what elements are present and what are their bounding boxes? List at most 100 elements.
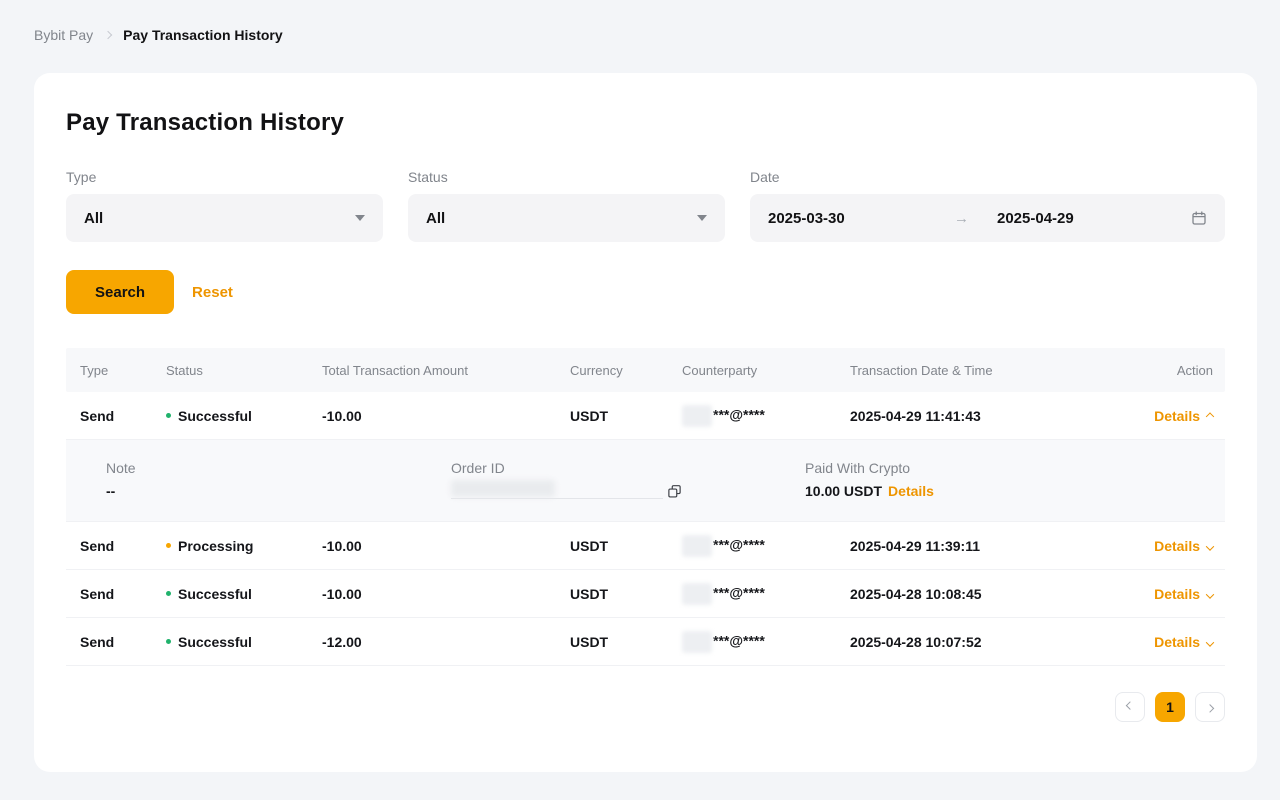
chevron-down-icon	[1206, 542, 1214, 550]
copy-icon[interactable]	[667, 484, 682, 499]
redacted-counterparty	[682, 405, 712, 427]
order-id-section: Order ID	[451, 460, 805, 499]
details-toggle[interactable]: Details	[1154, 408, 1213, 424]
pay-transaction-history-card: Pay Transaction History Type All Status …	[34, 73, 1257, 772]
status-select[interactable]: All	[408, 194, 725, 242]
table-row: Send Processing -10.00 USDT ***@**** 202…	[66, 522, 1225, 570]
table-header-row: Type Status Total Transaction Amount Cur…	[66, 348, 1225, 392]
status-filter: Status All	[408, 169, 725, 242]
paid-with-crypto-value: 10.00 USDT	[805, 483, 882, 499]
date-filter: Date 2025-03-30 → 2025-04-29	[750, 169, 1225, 242]
transactions-table: Type Status Total Transaction Amount Cur…	[66, 348, 1225, 666]
cell-amount: -10.00	[322, 586, 570, 602]
chevron-right-icon	[104, 31, 112, 39]
pagination: 1	[66, 692, 1225, 722]
date-filter-label: Date	[750, 169, 1225, 185]
date-range-input[interactable]: 2025-03-30 → 2025-04-29	[750, 194, 1225, 242]
status-filter-label: Status	[408, 169, 725, 185]
paid-details-link[interactable]: Details	[888, 483, 934, 499]
cell-counterparty: ***@****	[682, 535, 850, 557]
type-filter: Type All	[66, 169, 383, 242]
status-text: Successful	[178, 634, 252, 650]
cell-counterparty: ***@****	[682, 583, 850, 605]
cell-action: Details	[1121, 538, 1213, 554]
cell-status: Successful	[166, 408, 322, 424]
cell-amount: -10.00	[322, 538, 570, 554]
cell-currency: USDT	[570, 408, 682, 424]
order-id-label: Order ID	[451, 460, 805, 476]
cell-counterparty: ***@****	[682, 631, 850, 653]
calendar-icon[interactable]	[1191, 210, 1207, 226]
note-value: --	[106, 483, 451, 499]
note-section: Note --	[106, 460, 451, 499]
header-currency: Currency	[570, 363, 682, 378]
table-row: Send Successful -10.00 USDT ***@**** 202…	[66, 392, 1225, 440]
cell-type: Send	[80, 634, 166, 650]
status-text: Processing	[178, 538, 253, 554]
status-dot-icon	[166, 543, 171, 548]
breadcrumb-current-page: Pay Transaction History	[123, 27, 283, 43]
details-toggle[interactable]: Details	[1154, 586, 1213, 602]
reset-button[interactable]: Reset	[192, 284, 233, 301]
cell-currency: USDT	[570, 586, 682, 602]
header-counterparty: Counterparty	[682, 363, 850, 378]
type-filter-label: Type	[66, 169, 383, 185]
chevron-down-icon	[697, 215, 707, 221]
cell-action: Details	[1121, 586, 1213, 602]
order-id-value	[451, 480, 663, 499]
status-dot-icon	[166, 591, 171, 596]
cell-datetime: 2025-04-28 10:07:52	[850, 634, 1121, 650]
paid-with-crypto-label: Paid With Crypto	[805, 460, 1213, 476]
cell-datetime: 2025-04-29 11:39:11	[850, 538, 1121, 554]
redacted-order-id	[451, 480, 555, 497]
date-start-value: 2025-03-30	[768, 210, 954, 227]
cell-currency: USDT	[570, 538, 682, 554]
date-end-value: 2025-04-29	[997, 210, 1074, 227]
search-button[interactable]: Search	[66, 270, 174, 314]
cell-action: Details	[1121, 408, 1213, 424]
cell-datetime: 2025-04-28 10:08:45	[850, 586, 1121, 602]
cell-type: Send	[80, 586, 166, 602]
status-dot-icon	[166, 413, 171, 418]
type-select[interactable]: All	[66, 194, 383, 242]
redacted-counterparty	[682, 583, 712, 605]
breadcrumb: Bybit Pay Pay Transaction History	[0, 0, 1280, 43]
status-text: Successful	[178, 586, 252, 602]
header-datetime: Transaction Date & Time	[850, 363, 1121, 378]
chevron-up-icon	[1206, 412, 1214, 420]
table-row: Send Successful -12.00 USDT ***@**** 202…	[66, 618, 1225, 666]
details-toggle[interactable]: Details	[1154, 538, 1213, 554]
cell-currency: USDT	[570, 634, 682, 650]
header-amount: Total Transaction Amount	[322, 363, 570, 378]
status-text: Successful	[178, 408, 252, 424]
type-select-value: All	[84, 210, 103, 227]
arrow-right-icon: →	[954, 210, 969, 227]
details-toggle[interactable]: Details	[1154, 634, 1213, 650]
filters-bar: Type All Status All Date 2025-03-30 → 20…	[66, 169, 1225, 242]
pagination-next-button[interactable]	[1195, 692, 1225, 722]
row-expanded-detail: Note -- Order ID Paid With Crypto	[66, 440, 1225, 522]
chevron-left-icon	[1126, 701, 1134, 709]
chevron-down-icon	[355, 215, 365, 221]
table-row: Send Successful -10.00 USDT ***@**** 202…	[66, 570, 1225, 618]
status-dot-icon	[166, 639, 171, 644]
chevron-down-icon	[1206, 638, 1214, 646]
cell-status: Successful	[166, 586, 322, 602]
note-label: Note	[106, 460, 451, 476]
cell-status: Processing	[166, 538, 322, 554]
cell-type: Send	[80, 408, 166, 424]
redacted-counterparty	[682, 535, 712, 557]
chevron-down-icon	[1206, 590, 1214, 598]
cell-action: Details	[1121, 634, 1213, 650]
chevron-right-icon	[1206, 704, 1214, 712]
filter-actions: Search Reset	[66, 270, 1225, 314]
header-type: Type	[80, 363, 166, 378]
header-status: Status	[166, 363, 322, 378]
paid-with-crypto-section: Paid With Crypto 10.00 USDT Details	[805, 460, 1213, 499]
cell-status: Successful	[166, 634, 322, 650]
pagination-page-1-button[interactable]: 1	[1155, 692, 1185, 722]
cell-amount: -12.00	[322, 634, 570, 650]
breadcrumb-bybit-pay[interactable]: Bybit Pay	[34, 27, 93, 43]
pagination-prev-button[interactable]	[1115, 692, 1145, 722]
cell-amount: -10.00	[322, 408, 570, 424]
